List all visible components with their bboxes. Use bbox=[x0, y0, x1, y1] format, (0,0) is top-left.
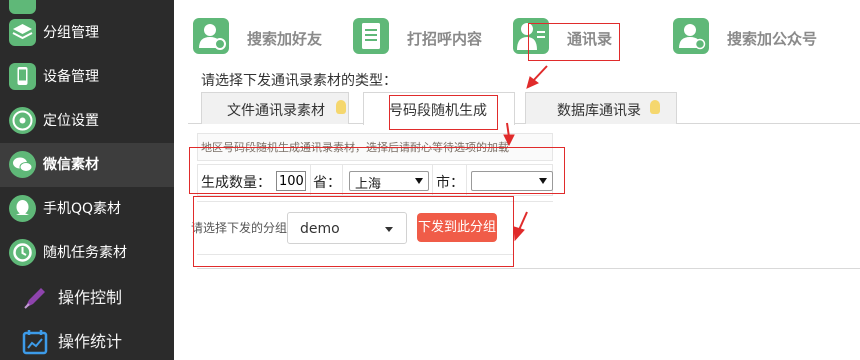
annotation-arrow-1 bbox=[526, 65, 548, 89]
annotation-arrow-3 bbox=[513, 211, 528, 242]
annotation-arrows bbox=[503, 65, 548, 242]
annotation-arrow-2 bbox=[503, 122, 515, 147]
app-root: 分组管理 设备管理 定位设置 微信素材 手机QQ素材 随机任务素材 操作控制 操… bbox=[0, 0, 860, 360]
